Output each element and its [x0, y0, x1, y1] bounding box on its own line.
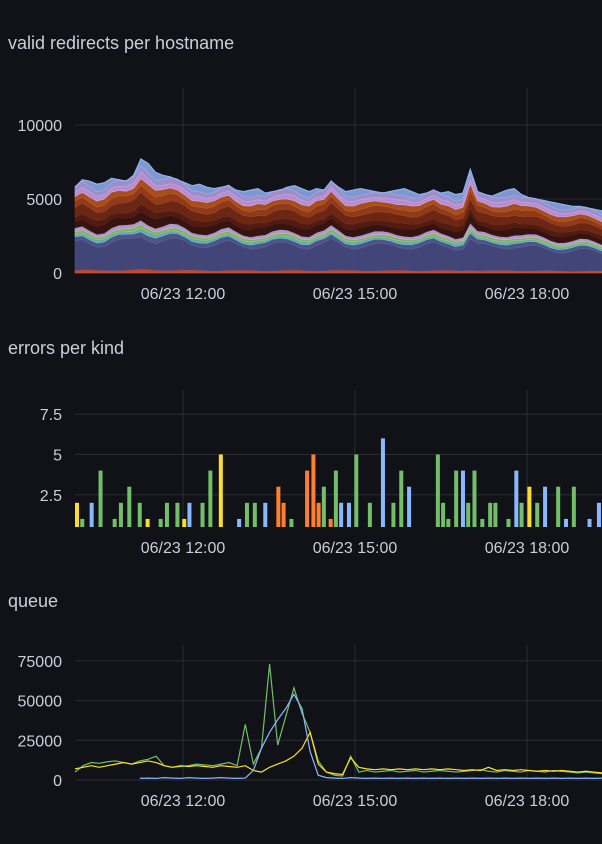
- bar: [339, 502, 344, 527]
- bar: [145, 518, 150, 527]
- bar: [391, 502, 396, 527]
- bar: [527, 486, 532, 527]
- stacked-area-chart: 0 5000 10000 06/23 12:00 06/23 15:00 06/23 18…: [18, 88, 602, 303]
- y-tick-label: 75000: [18, 654, 63, 671]
- bar: [164, 502, 169, 527]
- bar: [218, 454, 223, 527]
- bar: [399, 470, 404, 527]
- x-tick-label: 06/23 18:00: [485, 540, 570, 557]
- y-tick-label: 0: [53, 773, 62, 790]
- bar: [564, 518, 569, 527]
- bar: [158, 518, 163, 527]
- bar: [328, 518, 333, 527]
- bar: [89, 502, 94, 527]
- line-series-1: [74, 730, 602, 776]
- y-tick-label: 0: [53, 266, 62, 283]
- bar: [316, 502, 321, 527]
- bar: [276, 486, 281, 527]
- bar: [75, 502, 79, 527]
- line-series-0: [74, 663, 602, 777]
- bar: [346, 502, 351, 527]
- bar: [281, 502, 286, 527]
- bar: [367, 502, 372, 527]
- panel-queue: queue 0 25000 50000 75000 06/23 12:00 06/23 1…: [0, 565, 602, 844]
- bar: [472, 470, 477, 527]
- bar: [407, 486, 412, 527]
- bar: [493, 502, 498, 527]
- area-series-group: [74, 158, 602, 274]
- y-tick-label: 2.5: [40, 488, 62, 505]
- panel-valid-redirects: valid redirects per hostname 0 5000 10000 0…: [0, 0, 602, 310]
- bar: [519, 502, 524, 527]
- x-tick-label: 06/23 18:00: [485, 793, 570, 810]
- line-series-group: [74, 663, 602, 780]
- bar: [311, 454, 316, 527]
- y-tick-label: 7.5: [40, 407, 62, 424]
- bar: [466, 502, 471, 527]
- line-chart: 0 25000 50000 75000 06/23 12:00 06/23 15:00 06…: [18, 645, 602, 810]
- bar: [535, 502, 540, 527]
- bar: [506, 518, 511, 527]
- x-tick-label: 06/23 18:00: [485, 286, 570, 303]
- bar: [321, 486, 326, 527]
- bar: [80, 518, 85, 527]
- x-tick-label: 06/23 12:00: [141, 540, 226, 557]
- bar: [514, 470, 519, 527]
- bar: [98, 470, 103, 527]
- bar: [252, 502, 257, 527]
- bar: [182, 518, 187, 527]
- x-tick-label: 06/23 15:00: [313, 286, 398, 303]
- bar: [305, 470, 310, 527]
- bar: [289, 518, 294, 527]
- bar: [380, 438, 385, 527]
- y-tick-label: 5: [53, 447, 62, 464]
- bar-series-group: [75, 438, 601, 527]
- bar: [441, 502, 446, 527]
- bar: [435, 454, 440, 527]
- bar: [244, 502, 249, 527]
- bar: [556, 486, 561, 527]
- bar: [571, 486, 576, 527]
- bar: [208, 470, 213, 527]
- bar: [454, 470, 459, 527]
- bar: [237, 518, 242, 527]
- bar: [118, 502, 123, 527]
- bar: [354, 454, 359, 527]
- y-tick-label: 10000: [18, 118, 63, 135]
- y-tick-label: 50000: [18, 694, 63, 711]
- y-tick-label: 5000: [26, 192, 62, 209]
- bar: [596, 502, 601, 527]
- bar: [263, 502, 268, 527]
- bar: [175, 502, 180, 527]
- bar: [460, 470, 465, 527]
- bar: [446, 518, 451, 527]
- bar: [200, 502, 205, 527]
- bar: [137, 502, 142, 527]
- bar-chart: 2.5 5 7.5 06/23 12:00 06/23 15:00 06/23 18:00: [40, 390, 602, 557]
- y-tick-label: 25000: [18, 733, 63, 750]
- bar: [543, 486, 548, 527]
- bar: [333, 470, 338, 527]
- bar: [587, 518, 592, 527]
- x-tick-label: 06/23 15:00: [313, 793, 398, 810]
- panel-errors-per-kind: errors per kind 2.5 5 7.5 06/23 12:00 06/23 …: [0, 310, 602, 565]
- x-tick-label: 06/23 12:00: [141, 793, 226, 810]
- bar: [488, 502, 493, 527]
- x-tick-label: 06/23 12:00: [141, 286, 226, 303]
- bar: [480, 518, 485, 527]
- x-tick-label: 06/23 15:00: [313, 540, 398, 557]
- bar: [187, 502, 192, 527]
- bar: [112, 518, 117, 527]
- bar: [127, 486, 132, 527]
